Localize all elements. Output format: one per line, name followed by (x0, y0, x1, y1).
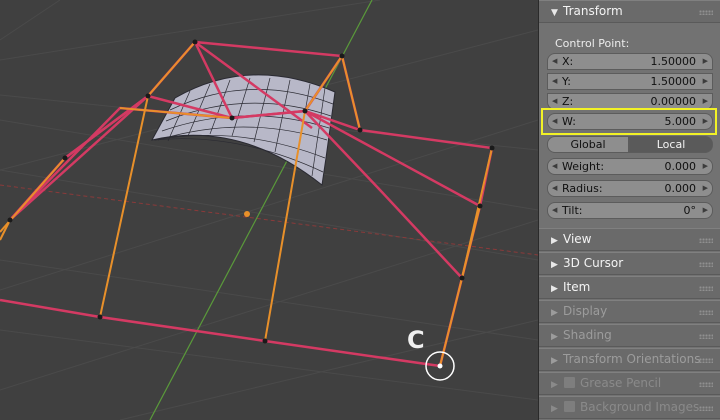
collapse-triangle-icon: ▼ (551, 8, 558, 18)
expand-triangle-icon: ▶ (551, 284, 558, 294)
active-control-point[interactable] (437, 363, 443, 369)
background-images-checkbox[interactable] (563, 400, 576, 413)
drag-grip-icon[interactable] (699, 358, 713, 363)
tilt-field[interactable]: ◀ Tilt: 0° ▶ (547, 202, 713, 219)
drag-grip-icon[interactable] (699, 406, 713, 411)
transform-panel-header[interactable]: ▼ Transform (539, 0, 720, 23)
decrement-arrow-icon[interactable]: ◀ (552, 74, 557, 89)
drag-grip-icon[interactable] (699, 238, 713, 243)
decrement-arrow-icon[interactable]: ◀ (552, 54, 557, 69)
increment-arrow-icon[interactable]: ▶ (703, 181, 708, 196)
viewport-canvas[interactable] (0, 0, 538, 420)
w-field[interactable]: ◀ W: 5.000 ▶ (547, 113, 713, 130)
nurbs-surface[interactable] (151, 74, 336, 186)
increment-arrow-icon[interactable]: ▶ (703, 94, 708, 109)
decrement-arrow-icon[interactable]: ◀ (552, 159, 557, 174)
grease-pencil-panel-header[interactable]: ▶ Grease Pencil (539, 372, 720, 395)
expand-triangle-icon: ▶ (551, 356, 558, 366)
drag-grip-icon[interactable] (699, 286, 713, 291)
drag-grip-icon[interactable] (699, 382, 713, 387)
3d-viewport[interactable]: C (0, 0, 538, 420)
drag-grip-icon[interactable] (699, 262, 713, 267)
floor-grid (0, 0, 538, 420)
expand-triangle-icon: ▶ (551, 260, 558, 270)
weight-field[interactable]: ◀ Weight: 0.000 ▶ (547, 158, 713, 175)
circle-select-key-label: C (407, 326, 425, 354)
increment-arrow-icon[interactable]: ▶ (703, 54, 708, 69)
shading-panel-header[interactable]: ▶ Shading (539, 324, 720, 347)
decrement-arrow-icon[interactable]: ◀ (552, 181, 557, 196)
properties-sidebar[interactable]: ▼ Transform Control Point: ◀ X: 1.50000 ▶… (538, 0, 720, 420)
increment-arrow-icon[interactable]: ▶ (703, 74, 708, 89)
expand-triangle-icon: ▶ (551, 236, 558, 246)
3d-cursor-panel-header[interactable]: ▶ 3D Cursor (539, 252, 720, 275)
item-panel-header[interactable]: ▶ Item (539, 276, 720, 299)
radius-field[interactable]: ◀ Radius: 0.000 ▶ (547, 180, 713, 197)
decrement-arrow-icon[interactable]: ◀ (552, 203, 557, 218)
expand-triangle-icon: ▶ (551, 308, 558, 318)
background-images-panel-header[interactable]: ▶ Background Images (539, 396, 720, 419)
view-panel-header[interactable]: ▶ View (539, 228, 720, 251)
control-point-label: Control Point: (555, 37, 630, 50)
object-origin (244, 211, 250, 217)
y-field[interactable]: ◀ Y: 1.50000 ▶ (547, 73, 713, 90)
expand-triangle-icon: ▶ (551, 332, 558, 342)
expand-triangle-icon: ▶ (551, 380, 558, 390)
local-space-button[interactable]: Local (629, 136, 713, 153)
drag-grip-icon[interactable] (699, 310, 713, 315)
decrement-arrow-icon[interactable]: ◀ (552, 114, 557, 129)
x-field[interactable]: ◀ X: 1.50000 ▶ (547, 53, 713, 70)
w-field-highlight: ◀ W: 5.000 ▶ (541, 108, 717, 135)
increment-arrow-icon[interactable]: ▶ (703, 203, 708, 218)
drag-grip-icon[interactable] (699, 10, 713, 15)
increment-arrow-icon[interactable]: ▶ (703, 159, 708, 174)
decrement-arrow-icon[interactable]: ◀ (552, 94, 557, 109)
drag-grip-icon[interactable] (699, 334, 713, 339)
grease-pencil-checkbox[interactable] (563, 376, 576, 389)
increment-arrow-icon[interactable]: ▶ (703, 114, 708, 129)
expand-triangle-icon: ▶ (551, 404, 558, 414)
transform-orientations-panel-header[interactable]: ▶ Transform Orientations (539, 348, 720, 371)
global-space-button[interactable]: Global (547, 136, 629, 153)
display-panel-header[interactable]: ▶ Display (539, 300, 720, 323)
